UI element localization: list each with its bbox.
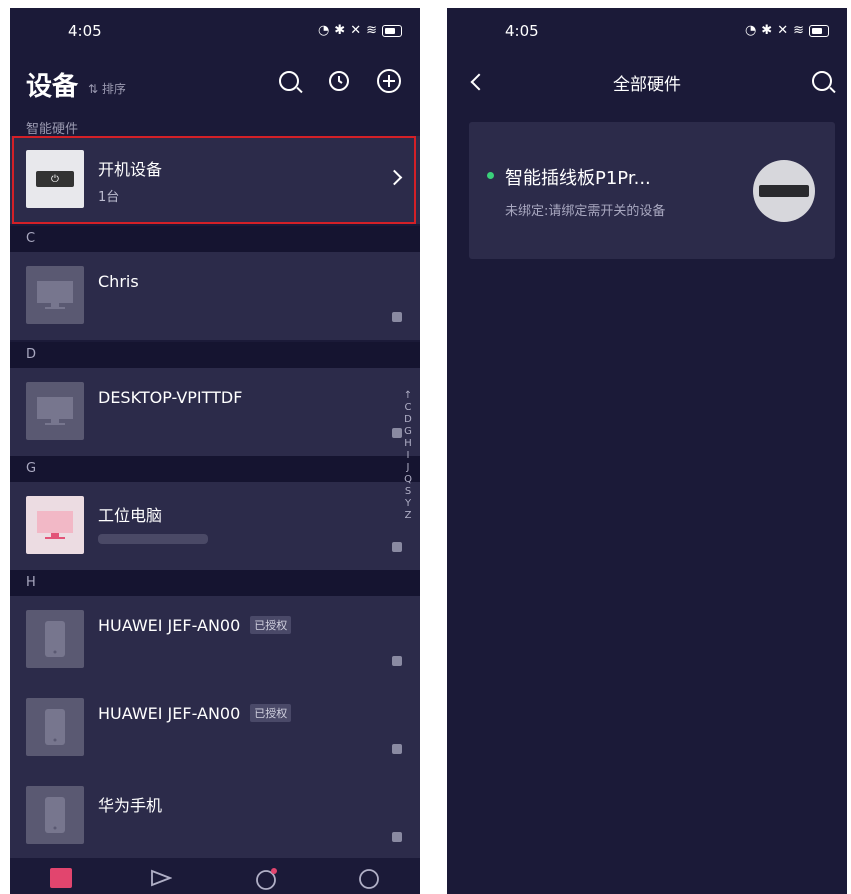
status-icons: ◔ ✱ ✕ ≋: [745, 23, 829, 38]
status-icons: ◔ ✱ ✕ ≋: [318, 23, 402, 38]
android-icon: [392, 656, 402, 666]
monitor-icon: [26, 266, 84, 324]
device-name: HUAWEI JEF-AN00 已授权: [98, 616, 292, 635]
group-header-g: G: [10, 456, 420, 482]
device-name: 工位电脑: [98, 506, 163, 525]
device-name: 华为手机: [98, 796, 163, 815]
profile-tab-icon[interactable]: [358, 868, 380, 889]
speed-icon: ◔: [317, 23, 331, 38]
remote-tab-icon[interactable]: [150, 868, 173, 888]
monitor-icon: [26, 382, 84, 440]
pink-monitor-icon: [26, 496, 84, 554]
windows-icon: [392, 428, 402, 438]
history-icon[interactable]: [326, 68, 352, 94]
device-row[interactable]: HUAWEI JEF-AN00 已授权: [10, 596, 420, 684]
hardware-name: 智能插线板P1Pr...: [505, 168, 651, 189]
bluetooth-icon: ✱: [334, 23, 347, 38]
section-smart-hardware: 智能硬件: [26, 122, 79, 137]
phone-icon: [26, 786, 84, 844]
device-name: Chris: [98, 272, 139, 291]
wifi-icon: ≋: [366, 23, 378, 38]
windows-icon: [392, 542, 402, 552]
discover-tab-icon[interactable]: [254, 868, 277, 890]
selection-highlight: [12, 136, 416, 224]
speed-icon: ◔: [744, 23, 758, 38]
add-icon[interactable]: [376, 68, 402, 94]
page-title: 全部硬件: [613, 75, 681, 95]
windows-icon: [392, 312, 402, 322]
online-status-dot: [487, 172, 494, 179]
group-header-c: C: [10, 226, 420, 252]
mute-icon: ✕: [350, 23, 363, 38]
bluetooth-icon: ✱: [761, 23, 774, 38]
mute-icon: ✕: [777, 23, 790, 38]
android-icon: [392, 832, 402, 842]
phone-icon: [26, 698, 84, 756]
status-time: 4:05: [505, 22, 539, 40]
group-header-d: D: [10, 342, 420, 368]
phone-icon: [26, 610, 84, 668]
device-list-screen: 4:05 ◔ ✱ ✕ ≋ 设备 ⇅ 排序 智能硬件 ⏻ 开机设备 1台 C Ch…: [10, 8, 420, 894]
power-strip-image: [753, 160, 815, 222]
battery-icon: [382, 24, 402, 37]
alphabet-index[interactable]: ↑ C D G H I J Q S Y Z: [402, 390, 414, 522]
status-bar: 4:05 ◔ ✱ ✕ ≋: [10, 22, 420, 44]
all-hardware-screen: 4:05 ◔ ✱ ✕ ≋ 全部硬件 智能插线板P1Pr... 未绑定:请绑定需开…: [447, 8, 847, 894]
bottom-nav: [10, 858, 420, 894]
devices-tab-icon[interactable]: [50, 868, 72, 888]
status-time: 4:05: [68, 22, 102, 40]
device-name: HUAWEI JEF-AN00 已授权: [98, 704, 292, 723]
battery-icon: [809, 24, 829, 37]
authorized-badge: 已授权: [250, 704, 292, 722]
page-title: 设备: [26, 72, 79, 102]
android-icon: [392, 744, 402, 754]
group-header-h: H: [10, 570, 420, 596]
binding-status: 未绑定:请绑定需开关的设备: [505, 204, 666, 219]
status-bar: 4:05 ◔ ✱ ✕ ≋: [447, 22, 847, 44]
device-row[interactable]: Chris: [10, 252, 420, 340]
device-name: DESKTOP-VPITTDF: [98, 388, 243, 407]
device-row[interactable]: 工位电脑: [10, 482, 420, 570]
wifi-icon: ≋: [793, 23, 805, 38]
authorized-badge: 已授权: [250, 616, 292, 634]
blurred-subtitle: [98, 534, 208, 544]
search-icon[interactable]: [276, 68, 303, 94]
device-row[interactable]: 华为手机: [10, 772, 420, 860]
device-row[interactable]: HUAWEI JEF-AN00 已授权: [10, 684, 420, 772]
hardware-card[interactable]: 智能插线板P1Pr... 未绑定:请绑定需开关的设备: [469, 122, 835, 259]
search-icon[interactable]: [809, 68, 836, 94]
sort-button[interactable]: ⇅ 排序: [88, 80, 126, 97]
device-row[interactable]: DESKTOP-VPITTDF: [10, 368, 420, 456]
